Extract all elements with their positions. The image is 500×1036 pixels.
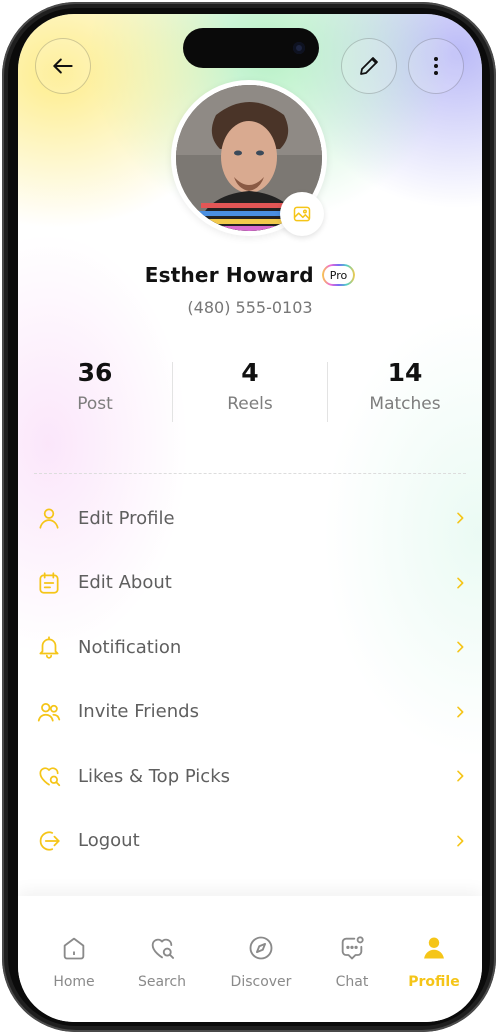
change-photo-button[interactable] — [280, 192, 324, 236]
chevron-right-icon — [450, 637, 470, 657]
menu-item-label: Likes & Top Picks — [78, 765, 230, 787]
more-options-button[interactable] — [408, 38, 464, 94]
image-icon — [293, 206, 311, 222]
menu-item-label: Edit About — [78, 572, 172, 594]
stat-reels[interactable]: 4 Reels — [173, 356, 327, 414]
user-icon — [36, 505, 62, 531]
compass-icon — [221, 934, 301, 962]
home-icon — [34, 934, 114, 962]
menu-item-notification[interactable]: Notification — [18, 615, 482, 680]
nav-profile[interactable]: Profile — [394, 934, 474, 990]
stat-value: 36 — [77, 358, 113, 387]
menu-item-likes-top-picks[interactable]: Likes & Top Picks — [18, 744, 482, 809]
logout-icon — [36, 828, 62, 854]
dynamic-island — [183, 28, 319, 68]
menu-item-label: Logout — [78, 830, 140, 852]
arrow-left-icon — [53, 58, 73, 74]
camera-icon — [293, 42, 305, 54]
stat-label: Reels — [227, 394, 273, 414]
back-button[interactable] — [35, 38, 91, 94]
nav-search[interactable]: Search — [122, 934, 202, 990]
stat-value: 14 — [387, 358, 423, 387]
menu-item-logout[interactable]: Logout — [18, 809, 482, 874]
profile-screen: Esther Howard Pro (480) 555-0103 36 Post… — [18, 14, 482, 1022]
section-divider — [34, 473, 466, 474]
stat-label: Post — [77, 394, 113, 414]
menu-item-label: Invite Friends — [78, 701, 199, 723]
chat-icon — [312, 934, 392, 962]
nav-chat[interactable]: Chat — [312, 934, 392, 990]
menu-item-label: Notification — [78, 636, 182, 658]
nav-label: Home — [53, 974, 95, 990]
nav-label: Search — [137, 974, 187, 990]
calendar-note-icon — [36, 570, 62, 596]
chevron-right-icon — [450, 508, 470, 528]
stat-label: Matches — [369, 394, 441, 414]
profile-menu: Edit Profile Edit About Notification Inv… — [18, 486, 482, 873]
stat-posts[interactable]: 36 Post — [18, 356, 172, 414]
nav-label: Discover — [230, 974, 292, 990]
stat-matches[interactable]: 14 Matches — [328, 356, 482, 414]
chevron-right-icon — [450, 573, 470, 593]
stat-value: 4 — [241, 358, 259, 387]
edit-button[interactable] — [341, 38, 397, 94]
chevron-right-icon — [450, 766, 470, 786]
menu-item-edit-profile[interactable]: Edit Profile — [18, 486, 482, 551]
profile-phone: (480) 555-0103 — [187, 298, 313, 317]
nav-home[interactable]: Home — [34, 934, 114, 990]
menu-item-label: Edit Profile — [78, 507, 175, 529]
nav-label: Profile — [408, 974, 460, 990]
nav-discover[interactable]: Discover — [221, 934, 301, 990]
pencil-icon — [360, 57, 378, 75]
bottom-nav: Home Search Discover Chat Profile — [18, 896, 482, 1022]
heart-search-icon — [122, 934, 202, 962]
more-vertical-icon — [434, 57, 438, 75]
menu-item-invite-friends[interactable]: Invite Friends — [18, 680, 482, 745]
pro-badge: Pro — [321, 264, 356, 286]
chevron-right-icon — [450, 831, 470, 851]
heart-search-icon — [36, 763, 62, 789]
stats-row: 36 Post 4 Reels 14 Matches — [18, 356, 482, 426]
profile-icon — [394, 934, 474, 962]
users-icon — [36, 699, 62, 725]
bell-icon — [36, 634, 62, 660]
profile-name-row: Esther Howard Pro — [18, 260, 482, 290]
menu-item-edit-about[interactable]: Edit About — [18, 551, 482, 616]
chevron-right-icon — [450, 702, 470, 722]
profile-name: Esther Howard — [144, 263, 314, 287]
nav-label: Chat — [335, 974, 369, 990]
